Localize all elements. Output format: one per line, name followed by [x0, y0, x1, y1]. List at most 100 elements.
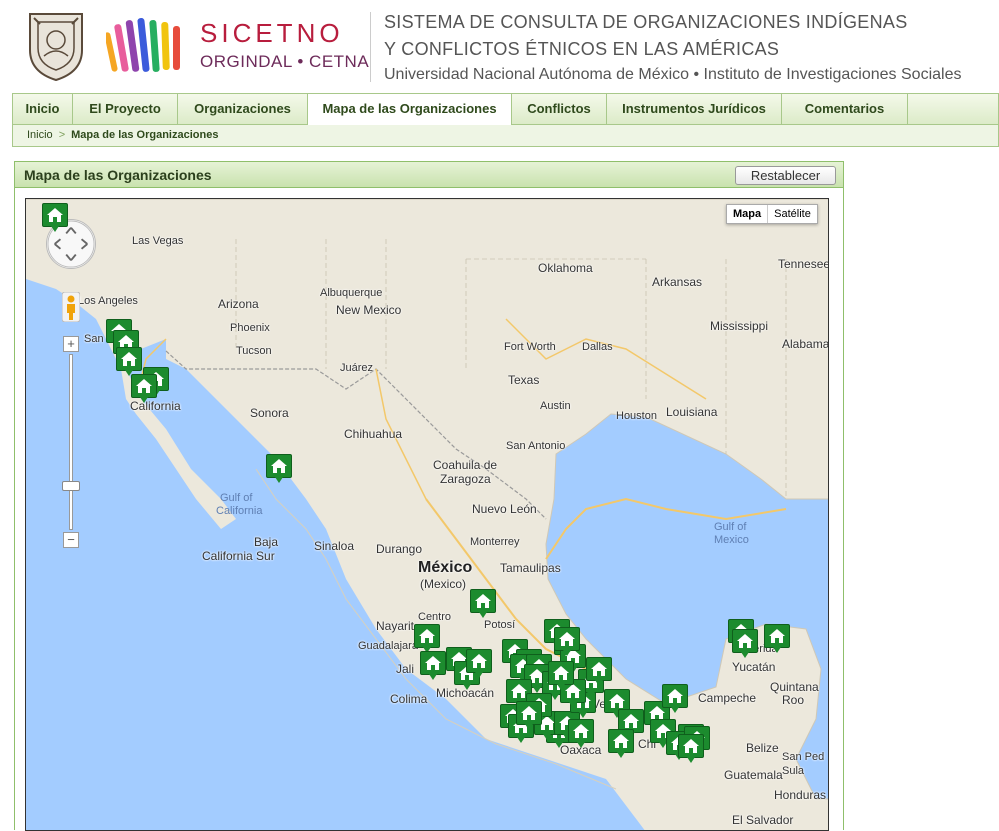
house-icon	[769, 629, 785, 643]
house-icon	[591, 662, 607, 676]
map-label-sonora: Sonora	[250, 406, 289, 420]
map-panel-title: Mapa de las Organizaciones	[24, 167, 212, 183]
organization-marker[interactable]	[764, 624, 790, 654]
house-icon	[475, 594, 491, 608]
organization-marker[interactable]	[568, 719, 594, 749]
organization-marker[interactable]	[554, 627, 580, 657]
organization-marker[interactable]	[548, 661, 574, 691]
map-label-new-mexico: New Mexico	[336, 303, 402, 317]
map-label-arkansas: Arkansas	[652, 275, 703, 289]
organization-marker[interactable]	[466, 649, 492, 679]
nav-item-instrumentos[interactable]: Instrumentos Jurídicos	[607, 94, 782, 124]
house-icon	[559, 632, 575, 646]
map-label-oklahoma: Oklahoma	[538, 261, 593, 275]
map-panel: Mapa de las Organizaciones Restablecer L…	[14, 161, 844, 831]
organization-marker[interactable]	[42, 203, 68, 233]
organization-marker[interactable]	[414, 624, 440, 654]
map-label-albuquerque: Albuquerque	[320, 287, 383, 299]
zoom-out-button[interactable]: −	[63, 532, 79, 548]
map-label-quintana-1: Quintana	[770, 680, 819, 694]
house-icon	[737, 634, 753, 648]
map-type-control: Mapa Satélite	[726, 204, 818, 224]
map-label-nayarit: Nayarit	[376, 619, 415, 633]
house-icon	[553, 666, 569, 680]
map-label-mexico-paren: (Mexico)	[420, 577, 467, 591]
map-label-baja-2: California Sur	[202, 549, 275, 563]
map-label-arizona: Arizona	[218, 297, 259, 311]
map-label-monterrey: Monterrey	[470, 536, 520, 548]
organization-marker[interactable]	[266, 454, 292, 484]
organization-marker[interactable]	[732, 629, 758, 659]
organization-marker[interactable]	[678, 734, 704, 764]
nav-item-inicio[interactable]: Inicio	[13, 94, 73, 124]
map-label-phoenix: Phoenix	[230, 322, 270, 334]
house-icon	[521, 706, 537, 720]
map-label-gulf-mexico-1: Gulf of	[714, 521, 747, 533]
organization-marker[interactable]	[470, 589, 496, 619]
map-label-san-pedro-2: Sula	[782, 765, 805, 777]
reset-button[interactable]: Restablecer	[735, 166, 836, 185]
zoom-slider-thumb[interactable]	[62, 481, 80, 491]
map-label-jalisco: Jali	[396, 662, 415, 676]
organization-marker[interactable]	[116, 347, 142, 377]
map-label-juarez: Juárez	[340, 362, 374, 374]
brand-name: SICETNO	[200, 18, 344, 48]
map-label-mexico: México	[418, 559, 473, 576]
house-icon	[609, 694, 625, 708]
map-label-gulf-california-1: Gulf of	[220, 492, 253, 504]
zoom-slider-track[interactable]	[69, 354, 73, 530]
nav-item-el-proyecto[interactable]: El Proyecto	[73, 94, 178, 124]
map-label-guadalajara: Guadalajara	[358, 640, 418, 652]
breadcrumb-current: Mapa de las Organizaciones	[71, 129, 219, 141]
map-label-chihuahua: Chihuahua	[344, 427, 403, 441]
house-icon	[573, 724, 589, 738]
map-label-tamaulipas: Tamaulipas	[500, 561, 561, 575]
house-icon	[47, 208, 63, 222]
header-divider	[370, 12, 371, 82]
map-label-potosi: Potosí	[484, 619, 516, 631]
site-title-line3: Universidad Nacional Autónoma de México …	[384, 66, 962, 83]
house-icon	[419, 629, 435, 643]
map-label-san-antonio: San Antonio	[506, 440, 566, 452]
map-label-dallas: Dallas	[582, 341, 613, 353]
organizations-map[interactable]: Las Vegas Los Angeles Arizona Phoenix Tu…	[25, 198, 829, 831]
breadcrumb-separator: >	[58, 129, 66, 141]
organization-marker[interactable]	[586, 657, 612, 687]
map-label-guatemala: Guatemala	[724, 768, 783, 782]
organization-marker[interactable]	[516, 701, 542, 731]
house-icon	[613, 734, 629, 748]
map-label-nuevo-leon: Nuevo León	[472, 502, 537, 516]
house-icon	[136, 379, 152, 393]
map-label-gulf-mexico-2: Mexico	[714, 534, 749, 546]
site-header: SICETNO ORGINDAL • CETNA SISTEMA DE CONS…	[0, 0, 999, 92]
map-type-map-button[interactable]: Mapa	[727, 205, 769, 223]
organization-marker[interactable]	[131, 374, 157, 404]
organization-marker[interactable]	[608, 729, 634, 759]
breadcrumb-home-link[interactable]: Inicio	[27, 129, 53, 141]
map-label-alabama: Alabama	[782, 337, 829, 351]
map-label-gulf-california-2: California	[216, 505, 263, 517]
map-label-quintana-2: Roo	[782, 693, 805, 707]
sicetno-logo-icon	[106, 18, 180, 72]
map-label-belize: Belize	[746, 741, 779, 755]
nav-item-comentarios[interactable]: Comentarios	[782, 94, 908, 124]
map-label-mississippi: Mississippi	[710, 319, 769, 333]
map-label-houston: Houston	[616, 410, 657, 422]
street-view-pegman-icon[interactable]	[62, 292, 80, 322]
map-label-colima: Colima	[390, 692, 428, 706]
map-label-texas: Texas	[508, 373, 540, 387]
map-label-fort-worth: Fort Worth	[504, 341, 556, 353]
map-type-satellite-button[interactable]: Satélite	[768, 205, 817, 223]
map-label-centro: Centro	[418, 611, 452, 623]
organization-marker[interactable]	[420, 651, 446, 681]
nav-item-mapa[interactable]: Mapa de las Organizaciones	[308, 94, 512, 125]
house-icon	[121, 352, 137, 366]
organization-marker[interactable]	[662, 684, 688, 714]
house-icon	[667, 689, 683, 703]
nav-item-organizaciones[interactable]: Organizaciones	[178, 94, 308, 124]
site-title-line2: Y CONFLICTOS ÉTNICOS EN LAS AMÉRICAS	[384, 39, 780, 59]
map-label-san-short: San	[84, 333, 104, 345]
nav-item-conflictos[interactable]: Conflictos	[512, 94, 607, 124]
zoom-in-button[interactable]: +	[63, 336, 79, 352]
unam-seal-icon	[29, 13, 83, 82]
